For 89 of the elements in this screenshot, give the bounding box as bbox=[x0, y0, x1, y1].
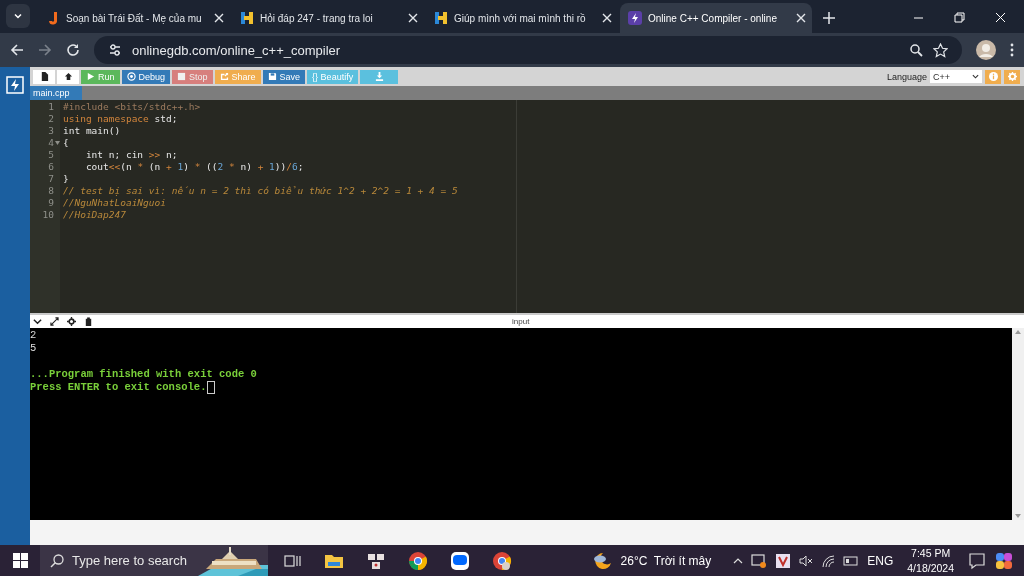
info-icon bbox=[988, 72, 998, 81]
console-line: 5 bbox=[30, 342, 38, 355]
line-number: 6 bbox=[47, 161, 55, 173]
chrome-icon[interactable] bbox=[408, 550, 428, 571]
lightning-icon[interactable] bbox=[6, 76, 24, 94]
code-line: } bbox=[62, 173, 70, 185]
browser-tab[interactable]: Soạn bài Trái Đất - Mẹ của mu bbox=[38, 3, 230, 33]
line-number: 5 bbox=[47, 149, 55, 161]
code-line: using namespace std; bbox=[62, 113, 179, 125]
site-settings-icon[interactable] bbox=[108, 43, 122, 57]
browser-tab[interactable]: Hỏi đáp 247 - trang tra loi bbox=[232, 3, 424, 33]
console-line: ...Program finished with exit code 0 bbox=[30, 368, 257, 381]
close-icon[interactable] bbox=[214, 13, 224, 23]
browser-tab[interactable]: Giúp mình với mai mình thi rồ bbox=[426, 3, 618, 33]
code-line: // test bị sai vì: nếu n = 2 thì có biểu thức 1^2 + 2^2 = 1 + 4 = 5 bbox=[62, 185, 459, 197]
input-language[interactable]: ENG bbox=[867, 553, 894, 568]
code-line: #include <bits/stdc++.h> bbox=[62, 101, 202, 113]
line-number: 3 bbox=[47, 125, 55, 137]
code-line: //HoiDap247 bbox=[62, 209, 127, 221]
browser-tab[interactable]: Online C++ Compiler - online bbox=[620, 3, 812, 33]
zoom-icon[interactable] bbox=[909, 43, 923, 57]
line-number: 7 bbox=[47, 173, 55, 185]
share-icon bbox=[219, 72, 229, 81]
chrome-icon[interactable] bbox=[492, 550, 512, 571]
language-dropdown[interactable]: C++ bbox=[930, 70, 982, 83]
weather-text[interactable]: 26°C Trời ít mây bbox=[620, 553, 712, 568]
save-button[interactable]: Save bbox=[262, 69, 306, 84]
expand-icon[interactable] bbox=[50, 317, 59, 326]
file-icon bbox=[39, 72, 49, 81]
j-letter-icon bbox=[46, 11, 60, 25]
chevron-icon bbox=[972, 73, 979, 80]
close-icon[interactable] bbox=[602, 13, 612, 23]
avatar-icon[interactable] bbox=[976, 40, 996, 60]
line-number: 2 bbox=[47, 113, 55, 125]
v-letter-icon[interactable] bbox=[775, 552, 792, 569]
target-icon bbox=[126, 72, 136, 81]
chevron-icon[interactable] bbox=[33, 317, 42, 326]
restore-icon[interactable] bbox=[954, 12, 965, 23]
copilot-icon[interactable] bbox=[994, 550, 1014, 571]
star-icon[interactable] bbox=[933, 42, 948, 58]
upload-icon bbox=[63, 72, 73, 81]
debug-button[interactable]: Debug bbox=[121, 69, 171, 84]
search-field[interactable]: Type here to search bbox=[40, 545, 268, 576]
url-text: onlinegdb.com/online_c++_compiler bbox=[132, 42, 341, 58]
h-letter-icon bbox=[240, 11, 254, 25]
notification-icon[interactable] bbox=[968, 551, 986, 570]
reload-icon[interactable] bbox=[66, 43, 80, 57]
open-button[interactable] bbox=[57, 69, 79, 84]
windows-icon[interactable] bbox=[12, 553, 28, 568]
file-tab[interactable]: main.cpp bbox=[30, 86, 82, 100]
console-line: 2 bbox=[30, 329, 38, 342]
line-number: 9 bbox=[47, 197, 55, 209]
code-line: //NguNhatLoaiNguoi bbox=[62, 197, 167, 209]
battery-icon[interactable] bbox=[843, 555, 860, 566]
floppy-icon bbox=[267, 72, 277, 81]
forward-icon[interactable] bbox=[38, 43, 52, 57]
download-icon bbox=[374, 72, 384, 81]
play-icon bbox=[86, 72, 95, 81]
code-line: cout<<(n * (n + 1) * ((2 * n) + 1))/6; bbox=[84, 161, 305, 173]
back-icon[interactable] bbox=[10, 43, 24, 57]
console-line: Press ENTER to exit console. bbox=[30, 381, 207, 394]
close-icon[interactable] bbox=[408, 13, 418, 23]
wifi-icon[interactable] bbox=[821, 553, 836, 568]
line-number: 4 bbox=[30, 137, 60, 149]
h-letter-icon bbox=[434, 11, 448, 25]
search-icon bbox=[50, 553, 64, 568]
code-line: { bbox=[62, 137, 70, 149]
lightning-icon bbox=[628, 11, 642, 25]
clock[interactable]: 7:45 PM 4/18/2024 bbox=[907, 545, 954, 576]
tab-search-button[interactable] bbox=[6, 4, 30, 28]
fold-arrow-icon[interactable] bbox=[55, 141, 60, 145]
new-button[interactable] bbox=[33, 69, 55, 84]
plus-icon[interactable] bbox=[822, 11, 836, 25]
close-icon[interactable] bbox=[796, 13, 806, 23]
display-icon[interactable] bbox=[751, 552, 768, 569]
text-cursor bbox=[207, 381, 216, 394]
line-number: 1 bbox=[47, 101, 55, 113]
code-line: int main() bbox=[62, 125, 122, 137]
language-label: Language bbox=[886, 71, 927, 82]
line-number: 10 bbox=[41, 209, 55, 221]
stop-icon bbox=[177, 72, 187, 81]
menu-icon[interactable] bbox=[1010, 43, 1014, 57]
chevron-icon bbox=[13, 11, 23, 21]
address-bar[interactable]: onlinegdb.com/online_c++_compiler bbox=[94, 36, 962, 64]
code-line: int n; cin >> n; bbox=[84, 149, 179, 161]
muted-speaker-icon[interactable] bbox=[799, 553, 814, 568]
chat-app-icon[interactable] bbox=[450, 550, 470, 571]
output-label: input bbox=[512, 317, 530, 326]
line-number: 8 bbox=[47, 185, 55, 197]
